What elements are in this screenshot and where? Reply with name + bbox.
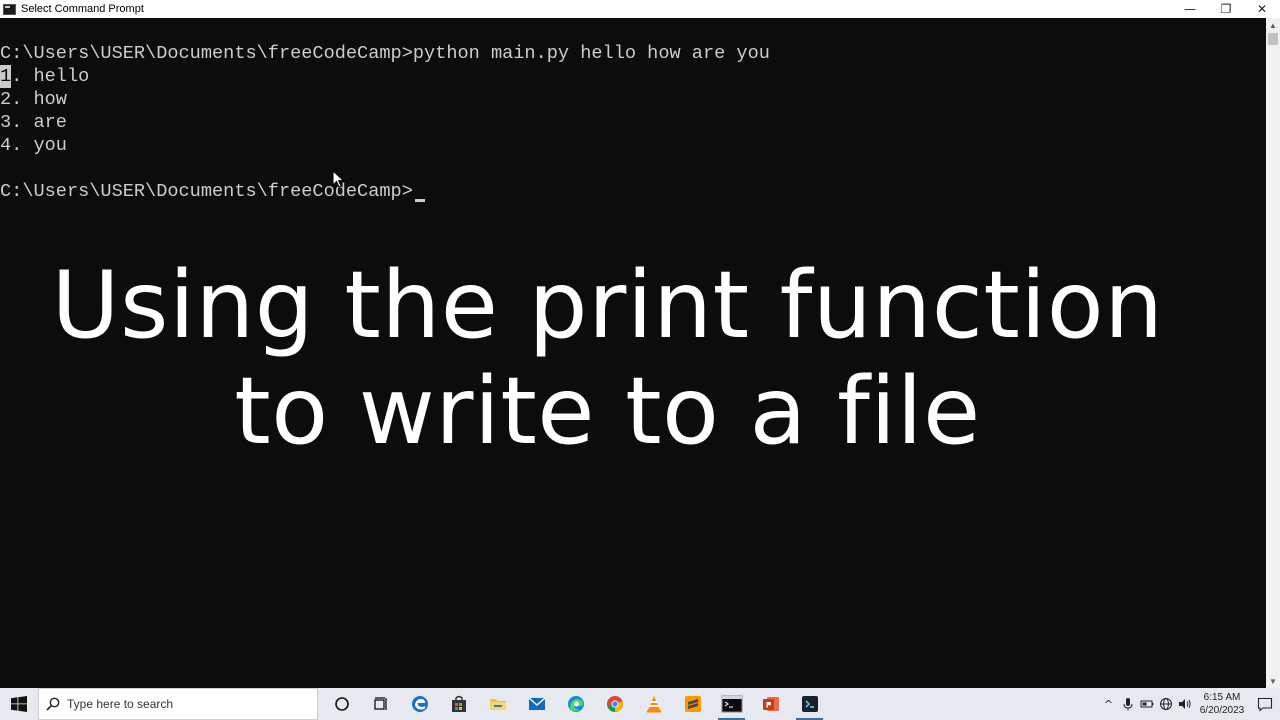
- scroll-thumb[interactable]: [1268, 33, 1278, 45]
- taskbar: Type here to search ^ 6:15 AM 6/20/2023: [0, 688, 1280, 720]
- search-placeholder: Type here to search: [67, 697, 174, 711]
- network-globe-icon[interactable]: [1156, 688, 1175, 720]
- start-button[interactable]: [0, 688, 38, 720]
- notification-center-icon[interactable]: [1250, 688, 1280, 720]
- sublime-text-icon[interactable]: [673, 688, 712, 720]
- command-prompt-window: Select Command Prompt — ❐ ✕ C:\Users\USE…: [0, 0, 1280, 688]
- chrome-icon[interactable]: [595, 688, 634, 720]
- console-line: C:\Users\USER\Documents\freeCodeCamp>pyt…: [0, 43, 770, 64]
- powerpoint-icon[interactable]: [751, 688, 790, 720]
- volume-icon[interactable]: [1175, 688, 1194, 720]
- console-line-text: . hello: [11, 66, 90, 87]
- windows-logo-icon: [11, 696, 27, 712]
- window-title: Select Command Prompt: [21, 3, 144, 15]
- selection-highlight: 1: [0, 65, 12, 88]
- file-explorer-icon[interactable]: [478, 688, 517, 720]
- console-line: 1. hello: [0, 65, 89, 88]
- microphone-icon[interactable]: [1118, 688, 1137, 720]
- command-prompt-taskbar-icon[interactable]: [712, 688, 751, 720]
- vlc-icon[interactable]: [634, 688, 673, 720]
- mail-icon[interactable]: [517, 688, 556, 720]
- taskbar-apps: [322, 688, 829, 720]
- scroll-up-icon[interactable]: ▲: [1266, 18, 1280, 32]
- vertical-scrollbar[interactable]: ▲ ▼: [1266, 18, 1280, 688]
- console-prompt-line: C:\Users\USER\Documents\freeCodeCamp>: [0, 181, 413, 202]
- task-view-icon[interactable]: [361, 688, 400, 720]
- edge-legacy-icon[interactable]: [400, 688, 439, 720]
- caption-line-1: Using the print function: [51, 251, 1164, 359]
- title-bar[interactable]: Select Command Prompt — ❐ ✕: [0, 0, 1280, 18]
- restore-button[interactable]: ❐: [1208, 0, 1244, 18]
- system-tray: ^ 6:15 AM 6/20/2023: [1099, 688, 1280, 720]
- window-controls: — ❐ ✕: [1172, 0, 1280, 18]
- taskbar-search[interactable]: Type here to search: [38, 688, 318, 720]
- caption-line-2: to write to a file: [234, 357, 981, 465]
- taskbar-clock[interactable]: 6:15 AM 6/20/2023: [1194, 691, 1250, 717]
- show-hidden-icons-chevron-icon[interactable]: ^: [1099, 688, 1118, 720]
- text-cursor: [415, 199, 425, 202]
- edge-icon[interactable]: [556, 688, 595, 720]
- search-icon: [39, 697, 67, 711]
- scroll-down-icon[interactable]: ▼: [1266, 674, 1280, 688]
- console-line: 4. you: [0, 135, 67, 156]
- store-icon[interactable]: [439, 688, 478, 720]
- clock-date: 6/20/2023: [1199, 705, 1245, 716]
- command-prompt-icon: [3, 3, 16, 15]
- console-line: 2. how: [0, 89, 67, 110]
- cortana-icon[interactable]: [322, 688, 361, 720]
- video-caption: Using the print function to write to a f…: [0, 252, 1215, 464]
- clock-time: 6:15 AM: [1203, 692, 1241, 703]
- console-line: 3. are: [0, 112, 67, 133]
- battery-icon[interactable]: [1137, 688, 1156, 720]
- mouse-pointer-icon: [332, 170, 345, 188]
- close-button[interactable]: ✕: [1244, 0, 1280, 18]
- minimize-button[interactable]: —: [1172, 0, 1208, 18]
- terminal-app-icon[interactable]: [790, 688, 829, 720]
